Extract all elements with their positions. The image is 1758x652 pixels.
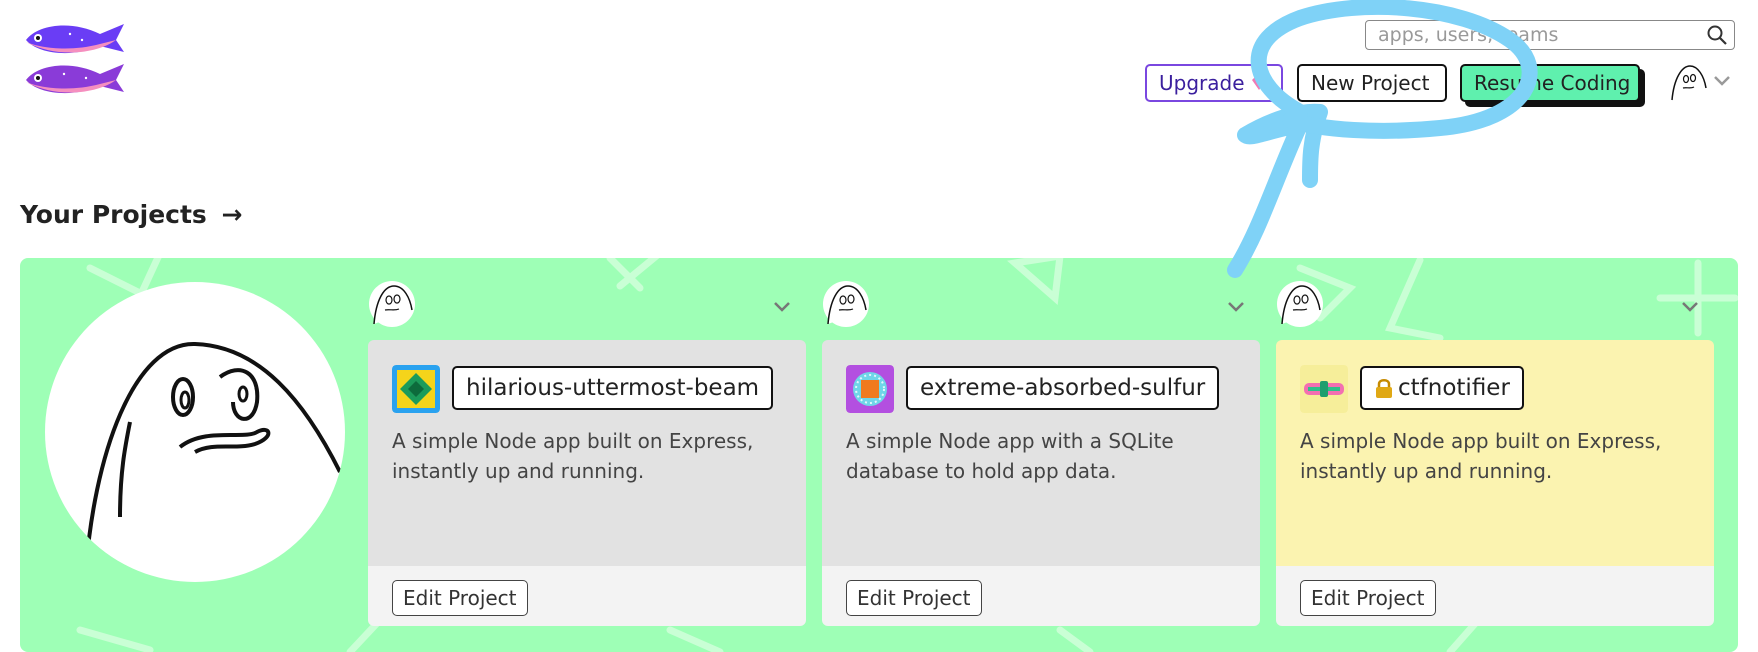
project-name-button[interactable]: hilarious-uttermost-beam [452, 366, 774, 410]
edit-project-button[interactable]: Edit Project [846, 580, 982, 616]
chevron-down-icon[interactable] [1712, 74, 1732, 88]
edit-project-label: Edit Project [1311, 586, 1425, 610]
arrow-right-icon: → [221, 200, 243, 229]
resume-coding-label: Resume Coding [1474, 71, 1631, 95]
project-name-button[interactable]: extreme-absorbed-sulfur [906, 366, 1220, 410]
owner-avatar[interactable] [368, 280, 416, 328]
project-card[interactable]: hilarious-uttermost-beam A simple Node a… [368, 281, 806, 626]
face-illustration [83, 341, 342, 582]
project-name: ctfnotifier [1398, 375, 1510, 401]
gem-icon [1251, 76, 1266, 90]
project-card-body: hilarious-uttermost-beam A simple Node a… [368, 340, 806, 566]
project-card[interactable]: extreme-absorbed-sulfur A simple Node ap… [822, 281, 1260, 626]
project-description: A simple Node app built on Express, inst… [1300, 429, 1662, 483]
search-icon[interactable] [1706, 24, 1728, 46]
search-box[interactable] [1365, 20, 1735, 50]
upgrade-label: Upgrade [1159, 71, 1245, 95]
project-description: A simple Node app built on Express, inst… [392, 429, 754, 483]
new-project-label: New Project [1311, 71, 1430, 95]
glitch-fish-logo[interactable] [20, 18, 128, 104]
new-project-button[interactable]: New Project [1297, 64, 1447, 102]
project-name-button[interactable]: ctfnotifier [1360, 366, 1524, 410]
edit-project-label: Edit Project [403, 586, 517, 610]
chevron-down-icon[interactable] [772, 300, 792, 314]
search-input[interactable] [1378, 23, 1688, 47]
chevron-down-icon[interactable] [1680, 300, 1700, 314]
project-card[interactable]: ctfnotifier A simple Node app built on E… [1276, 281, 1714, 626]
edit-project-button[interactable]: Edit Project [392, 580, 528, 616]
project-card-body: extreme-absorbed-sulfur A simple Node ap… [822, 340, 1260, 566]
team-avatar[interactable] [45, 282, 345, 582]
owner-avatar[interactable] [1276, 280, 1324, 328]
your-projects-heading[interactable]: Your Projects → [20, 200, 243, 229]
upgrade-button[interactable]: Upgrade [1145, 64, 1283, 102]
project-name: extreme-absorbed-sulfur [920, 375, 1206, 401]
user-avatar[interactable] [1668, 62, 1708, 102]
project-card-body: ctfnotifier A simple Node app built on E… [1276, 340, 1714, 566]
resume-coding-button[interactable]: Resume Coding [1460, 64, 1640, 102]
owner-avatar[interactable] [822, 280, 870, 328]
edit-project-label: Edit Project [857, 586, 971, 610]
your-projects-label: Your Projects [20, 200, 207, 229]
lock-icon [1376, 379, 1392, 398]
edit-project-button[interactable]: Edit Project [1300, 580, 1436, 616]
chevron-down-icon[interactable] [1226, 300, 1246, 314]
project-name: hilarious-uttermost-beam [466, 375, 760, 401]
green-diamond-icon [392, 365, 440, 413]
project-description: A simple Node app with a SQLite database… [846, 429, 1174, 483]
orange-gear-icon [846, 365, 894, 413]
pink-bar-icon [1300, 365, 1348, 413]
